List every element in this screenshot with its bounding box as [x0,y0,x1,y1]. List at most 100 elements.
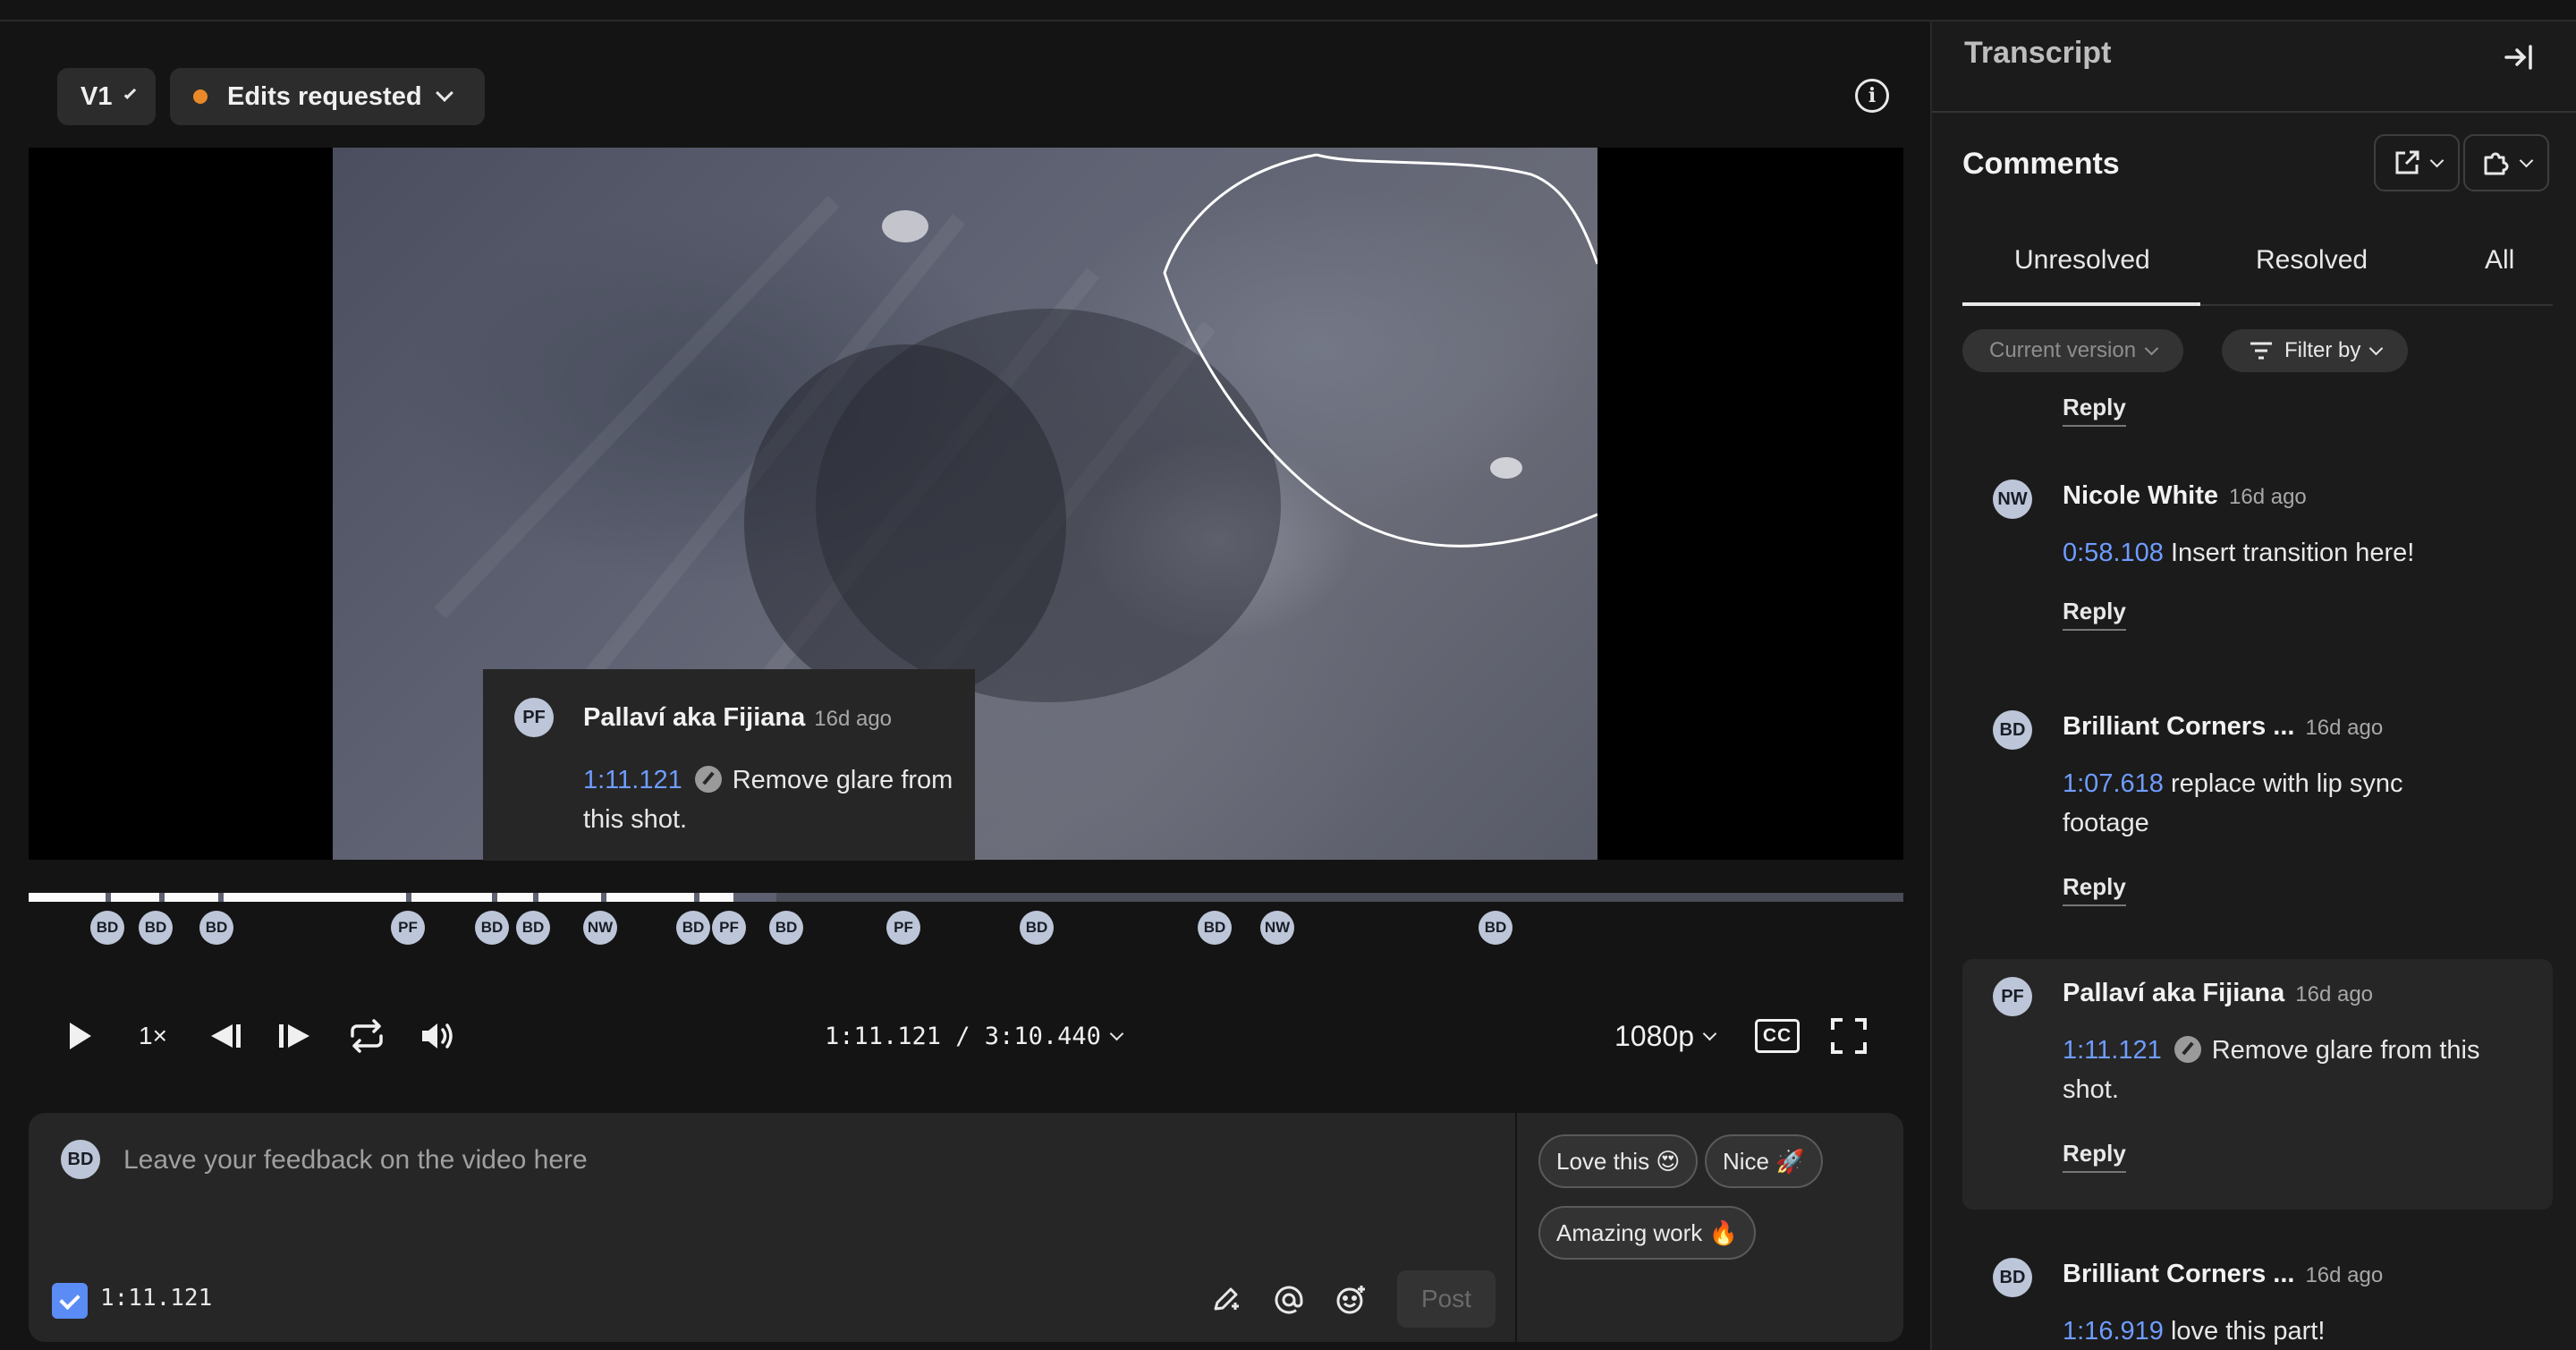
draw-button[interactable] [1206,1279,1247,1320]
avatar: BD [61,1140,100,1179]
drawing-icon [694,766,722,793]
timestamp-link[interactable]: 1:11.121 [583,766,682,794]
tab-all[interactable]: All [2485,245,2514,276]
quick-reply-chip[interactable]: Amazing work 🔥 [1538,1206,1756,1260]
timeline-comment-marker[interactable]: BD [769,911,803,945]
quick-reply-chip[interactable]: Love this 😍 [1538,1134,1699,1188]
played-segment [165,893,218,902]
chevron-down-icon [1702,1026,1717,1040]
timestamp-link[interactable]: 1:07.618 [2063,769,2164,798]
emoji-button[interactable] [1331,1279,1372,1320]
tab-unresolved[interactable]: Unresolved [2014,245,2150,276]
cc-icon: CC [1755,1019,1800,1053]
playback-speed[interactable]: 1× [139,991,167,1081]
version-label: V1 [80,81,113,111]
comment-author: Pallaví aka Fijiana 16d ago [583,703,893,732]
feedback-input[interactable] [123,1138,1465,1183]
reply-link[interactable]: Reply [2063,394,2126,427]
comment-author: Brilliant Corners ... 16d ago [2063,1260,2384,1288]
comment-time-ago: 16d ago [2305,716,2384,740]
comment-composer: BD 1:11.121 Post Love this 😍 Nice 🚀 Amaz… [29,1113,1903,1342]
timeline-comment-marker[interactable]: BD [1020,911,1054,945]
divider [1932,111,2576,113]
time-dropdown[interactable]: 1:11.121 / 3:10.440 [825,991,1124,1081]
comment-card[interactable]: BD Brilliant Corners ... 16d ago 1:16.919… [1962,1231,2553,1350]
timeline-comment-marker[interactable]: BD [475,911,509,945]
chevron-down-icon [2369,341,2384,355]
reply-link[interactable]: Reply [2063,1140,2126,1173]
comment-author: Pallaví aka Fijiana 16d ago [2063,979,2374,1007]
quick-reply-chip[interactable]: Nice 🚀 [1705,1134,1823,1188]
timeline-comment-marker[interactable]: BD [90,911,124,945]
timeline-comment-marker[interactable]: PF [712,911,746,945]
chevron-down-icon [1109,1026,1124,1040]
chevron-down-icon [435,84,453,102]
drawing-icon [2174,1036,2201,1063]
transcript-title[interactable]: Transcript [1964,36,2111,71]
play-button[interactable] [64,991,95,1081]
loop-button[interactable] [347,991,386,1081]
timestamp-link[interactable]: 1:11.121 [2063,1036,2162,1065]
reply-link[interactable]: Reply [2063,598,2126,631]
timestamp-link[interactable]: 1:16.919 [2063,1317,2164,1346]
comment-time-ago: 16d ago [2229,485,2307,509]
info-icon[interactable]: i [1855,79,1889,113]
timeline-comment-marker[interactable]: NW [1260,911,1294,945]
filter-icon [2250,342,2272,360]
timeline-comment-marker[interactable]: NW [583,911,617,945]
timestamp-checkbox[interactable] [52,1283,88,1319]
avatar: BD [1993,710,2032,750]
play-icon [70,1023,91,1049]
version-dropdown[interactable]: V1 [57,68,156,125]
volume-button[interactable] [419,991,456,1081]
emoji-icon [1336,1286,1365,1314]
player-controls: 1× 1:11.121 / 3:10.440 1080p CC [29,991,1903,1081]
played-segment [411,893,492,902]
fullscreen-button[interactable] [1830,991,1868,1081]
external-link-icon [2395,150,2419,174]
comment-card[interactable]: BD Brilliant Corners ... 16d ago 1:07.618… [1962,683,2553,934]
timeline-comment-marker[interactable]: BD [139,911,173,945]
timeline-comment-marker[interactable]: BD [516,911,550,945]
played-segment [111,893,159,902]
timeline-comment-marker[interactable]: BD [676,911,710,945]
filter-by-dropdown[interactable]: Filter by [2222,329,2409,372]
timestamp-link[interactable]: 0:58.108 [2063,539,2164,567]
timeline-comment-marker[interactable]: PF [391,911,425,945]
step-forward-icon [279,1024,309,1048]
captions-button[interactable]: CC [1755,991,1800,1081]
post-button[interactable]: Post [1397,1270,1496,1328]
integrations-button[interactable] [2463,134,2549,191]
comment-list: Reply NW Nicole White 16d ago 0:58.108 In… [1932,370,2576,1350]
comment-author: Brilliant Corners ... 16d ago [2063,712,2384,741]
comment-card[interactable]: NW Nicole White 16d ago 0:58.108 Insert t… [1962,453,2553,658]
top-bar [0,0,2576,21]
active-tab-indicator [1962,302,2200,306]
timeline-comment-marker[interactable]: BD [1198,911,1232,945]
collapse-panel-button[interactable] [2501,39,2537,75]
played-segment [497,893,533,902]
comment-card-active[interactable]: PF Pallaví aka Fijiana 16d ago 1:11.121 Re… [1962,959,2553,1210]
timeline-scrubber[interactable] [29,893,1903,902]
played-segment [538,893,601,902]
fullscreen-icon [1831,1018,1867,1054]
comment-time-ago: 16d ago [2295,982,2374,1006]
chevron-down-icon [2519,153,2533,167]
step-forward-button[interactable] [275,991,315,1081]
step-back-button[interactable] [206,991,245,1081]
video-review-pane: V1 Edits requested i PF Pallaví aka Fiji… [0,21,1930,1350]
quality-dropdown[interactable]: 1080p [1614,991,1717,1081]
played-segment [699,893,733,902]
version-filter[interactable]: Current version [1962,329,2184,372]
timeline-comment-marker[interactable]: BD [1479,911,1513,945]
timeline-comment-marker[interactable]: BD [199,911,233,945]
quality-label: 1080p [1614,1019,1694,1052]
tab-resolved[interactable]: Resolved [2256,245,2368,276]
export-button[interactable] [2374,134,2460,191]
played-segment [224,893,406,902]
mention-button[interactable] [1268,1279,1309,1320]
status-dropdown[interactable]: Edits requested [170,68,485,125]
timestamp-label: 1:11.121 [100,1285,213,1312]
reply-link[interactable]: Reply [2063,873,2126,906]
timeline-comment-marker[interactable]: PF [886,911,920,945]
